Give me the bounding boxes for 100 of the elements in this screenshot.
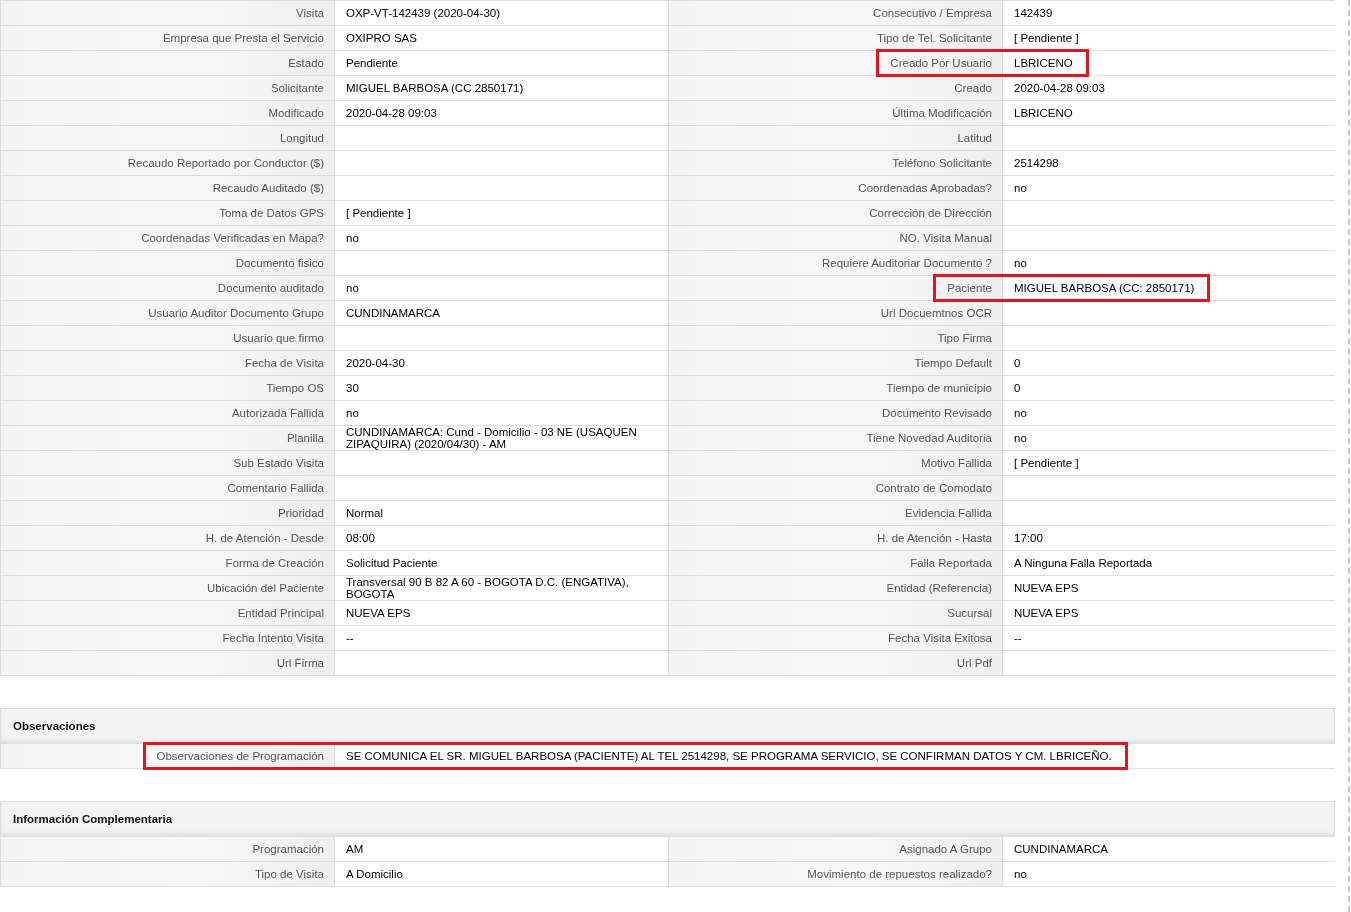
field-value: 2020-04-30 bbox=[335, 351, 668, 375]
field-label: Url Pdf bbox=[669, 651, 1002, 675]
field-label: Requiere Auditoriar Documento ? bbox=[669, 251, 1002, 275]
field-label: H. de Atención - Hasta bbox=[669, 526, 1002, 550]
field-value: 30 bbox=[335, 376, 668, 400]
field-label: Prioridad bbox=[1, 501, 334, 525]
field-label: Tiempo Default bbox=[669, 351, 1002, 375]
field-label: Usuario Auditor Documento Grupo bbox=[1, 301, 334, 325]
field-label: Estado bbox=[1, 51, 334, 75]
field-label: Observaciones de Programación bbox=[1, 744, 334, 768]
field-value: 08:00 bbox=[335, 526, 668, 550]
field-value: 2020-04-28 09:03 bbox=[335, 101, 668, 125]
field-value: CUNDINAMARCA bbox=[1003, 837, 1336, 861]
field-value: LBRICENO bbox=[1003, 51, 1336, 75]
field-label: Empresa que Presta el Servicio bbox=[1, 26, 334, 50]
field-label: H. de Atención - Desde bbox=[1, 526, 334, 550]
field-label: Asignado A Grupo bbox=[669, 837, 1002, 861]
field-label: Fecha Visita Exitosa bbox=[669, 626, 1002, 650]
section-header: Observaciones bbox=[0, 708, 1335, 743]
field-value: no bbox=[1003, 862, 1336, 886]
field-value: Transversal 90 B 82 A 60 - BOGOTA D.C. (ENGATIVA), BOGOTA bbox=[335, 576, 668, 600]
section-header: Información Complementaria bbox=[0, 801, 1335, 836]
field-value: NUEVA EPS bbox=[1003, 576, 1336, 600]
field-value: Normal bbox=[335, 501, 668, 525]
field-value: 142439 bbox=[1003, 1, 1336, 25]
field-label: NO. Visita Manual bbox=[669, 226, 1002, 250]
field-label: Evidencia Fallida bbox=[669, 501, 1002, 525]
field-label: Programación bbox=[1, 837, 334, 861]
field-value: MIGUEL BARBOSA (CC: 2850171) bbox=[1003, 276, 1336, 300]
field-label: Modificado bbox=[1, 101, 334, 125]
field-value: Solicitud Paciente bbox=[335, 551, 668, 575]
field-label: Tiempo de municipio bbox=[669, 376, 1002, 400]
field-label: Motivo Fallida bbox=[669, 451, 1002, 475]
field-label: Fecha Intento Visita bbox=[1, 626, 334, 650]
field-label: Documento auditado bbox=[1, 276, 334, 300]
field-value: CUNDINAMARCA bbox=[335, 301, 668, 325]
field-label: Toma de Datos GPS bbox=[1, 201, 334, 225]
field-label: Solicitante bbox=[1, 76, 334, 100]
field-label: Entidad (Referencia) bbox=[669, 576, 1002, 600]
field-label: Creado bbox=[669, 76, 1002, 100]
field-label: Comentario Fallida bbox=[1, 476, 334, 500]
field-value: LBRICENO bbox=[1003, 101, 1336, 125]
field-label: Url Firma bbox=[1, 651, 334, 675]
field-value: SE COMUNICA EL SR. MIGUEL BARBOSA (PACIENTE) AL TEL 2514298, SE PROGRAMA SERVICIO, SE CONFIRMAN DATOS Y CM. LBRICEÑO. bbox=[335, 744, 1335, 768]
field-label: Falla Reportada bbox=[669, 551, 1002, 575]
field-value: 2514298 bbox=[1003, 151, 1336, 175]
field-label: Tiene Novedad Auditoria bbox=[669, 426, 1002, 450]
field-value: OXIPRO SAS bbox=[335, 26, 668, 50]
field-value: -- bbox=[335, 626, 668, 650]
field-value: no bbox=[1003, 401, 1336, 425]
field-label: Teléfono Solicitante bbox=[669, 151, 1002, 175]
field-value: no bbox=[1003, 176, 1336, 200]
field-value: no bbox=[1003, 251, 1336, 275]
field-label: Autorizada Fallida bbox=[1, 401, 334, 425]
field-value: [ Pendiente ] bbox=[335, 201, 668, 225]
field-value: no bbox=[335, 226, 668, 250]
field-label: Sucursal bbox=[669, 601, 1002, 625]
field-value: Pendiente bbox=[335, 51, 668, 75]
field-label: Última Modificación bbox=[669, 101, 1002, 125]
field-label: Movimiento de repuestos realizado? bbox=[669, 862, 1002, 886]
field-value: -- bbox=[1003, 626, 1336, 650]
field-value: A Domicilio bbox=[335, 862, 668, 886]
field-label: Tipo de Tel. Solicitante bbox=[669, 26, 1002, 50]
field-label: Tiempo OS bbox=[1, 376, 334, 400]
field-label: Consecutivo / Empresa bbox=[669, 1, 1002, 25]
field-value: [ Pendiente ] bbox=[1003, 451, 1336, 475]
field-label: Longitud bbox=[1, 126, 334, 150]
field-value: 0 bbox=[1003, 351, 1336, 375]
field-value: MIGUEL BARBOSA (CC 2850171) bbox=[335, 76, 668, 100]
field-value: 0 bbox=[1003, 376, 1336, 400]
field-label: Corrección de Dirección bbox=[669, 201, 1002, 225]
field-value: CUNDINAMARCA: Cund - Domicilio - 03 NE (USAQUEN ZIPAQUIRA) (2020/04/30) - AM bbox=[335, 426, 668, 450]
field-label: Latitud bbox=[669, 126, 1002, 150]
field-label: Fecha de Visita bbox=[1, 351, 334, 375]
field-value: no bbox=[335, 401, 668, 425]
field-label: Coordenadas Verificadas en Mapa? bbox=[1, 226, 334, 250]
field-value: no bbox=[335, 276, 668, 300]
field-label: Tipo Firma bbox=[669, 326, 1002, 350]
field-label: Documento fisico bbox=[1, 251, 334, 275]
field-label: Url Docuemtnos OCR bbox=[669, 301, 1002, 325]
field-label: Planilla bbox=[1, 426, 334, 450]
field-label: Forma de Creación bbox=[1, 551, 334, 575]
field-value: AM bbox=[335, 837, 668, 861]
field-label: Entidad Principal bbox=[1, 601, 334, 625]
field-label: Recaudo Auditado ($) bbox=[1, 176, 334, 200]
field-label: Creado Por Usuario bbox=[669, 51, 1002, 75]
field-label: Contrato de Comodato bbox=[669, 476, 1002, 500]
field-value: 2020-04-28 09:03 bbox=[1003, 76, 1336, 100]
field-label: Ubicación del Paciente bbox=[1, 576, 334, 600]
field-label: Visita bbox=[1, 1, 334, 25]
field-value: A Ninguna Falla Reportada bbox=[1003, 551, 1336, 575]
field-label: Documento Revisado bbox=[669, 401, 1002, 425]
field-value: 17:00 bbox=[1003, 526, 1336, 550]
field-value: NUEVA EPS bbox=[335, 601, 668, 625]
field-label: Usuario que firmo bbox=[1, 326, 334, 350]
field-value: NUEVA EPS bbox=[1003, 601, 1336, 625]
field-label: Paciente bbox=[669, 276, 1002, 300]
field-label: Coordenadas Aprobadas? bbox=[669, 176, 1002, 200]
field-label: Sub Estado Visita bbox=[1, 451, 334, 475]
field-value: no bbox=[1003, 426, 1336, 450]
